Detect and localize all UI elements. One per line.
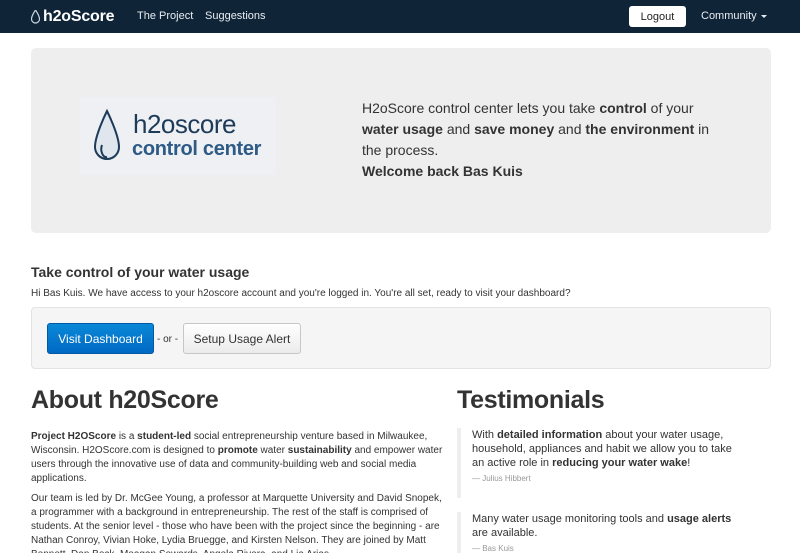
testimonial-author: — Bas Kuis — [472, 544, 514, 553]
about-bold-project: Project H2OScore — [31, 431, 117, 442]
take-control-heading: Take control of your water usage — [31, 264, 250, 280]
brand-link[interactable]: h2oScore — [31, 6, 115, 27]
h2oscore-logo: h2oscore control center — [80, 97, 276, 175]
quote-part: ! — [687, 457, 691, 469]
quote-part: With — [472, 429, 498, 441]
community-dropdown[interactable]: Community — [701, 10, 767, 22]
community-label: Community — [701, 10, 757, 22]
nav-the-project[interactable]: The Project — [137, 10, 193, 22]
quote-part: Many water usage monitoring tools and — [472, 513, 668, 525]
intro-part: of your — [646, 100, 694, 116]
testimonial-text: With detailed information about your wat… — [472, 428, 737, 470]
nav-suggestions[interactable]: Suggestions — [205, 10, 266, 22]
about-heading: About h20Score — [31, 386, 219, 414]
intro-bold-environment: the environment — [585, 121, 695, 137]
testimonials-heading: Testimonials — [457, 386, 605, 414]
caret-down-icon — [760, 14, 767, 18]
top-navbar: h2oScore The Project Suggestions Logout … — [0, 0, 800, 33]
quote-bold: usage alerts — [667, 513, 732, 525]
about-bold-sustainability: sustainability — [287, 445, 352, 456]
logout-button[interactable]: Logout — [629, 6, 686, 27]
take-control-text: Hi Bas Kuis. We have access to your h2os… — [31, 288, 571, 299]
or-separator: - or - — [157, 334, 179, 345]
logo-text-top: h2oscore — [133, 109, 236, 139]
visit-dashboard-button[interactable]: Visit Dashboard — [47, 323, 154, 354]
brand-name: h2oScore — [43, 7, 115, 25]
quote-bold: reducing your water wake — [552, 457, 688, 469]
intro-part: and — [442, 121, 475, 137]
intro-bold-water-usage: water usage — [362, 121, 443, 137]
about-bold-student-led: student-led — [137, 431, 192, 442]
about-part: water — [257, 445, 288, 456]
quote-bold: detailed information — [497, 429, 603, 441]
about-paragraph-2: Our team is led by Dr. McGee Young, a pr… — [31, 493, 442, 553]
intro-bold-save-money: save money — [474, 121, 555, 137]
intro-part: H2oScore control center lets you take — [362, 100, 600, 116]
water-drop-logo-icon — [93, 109, 121, 160]
about-part: is a — [116, 431, 138, 442]
testimonial-text: Many water usage monitoring tools and us… — [472, 512, 737, 540]
about-bold-promote: promote — [217, 445, 258, 456]
hero-intro-text: H2oScore control center lets you take co… — [362, 98, 732, 161]
logo-text-bottom: control center — [132, 138, 262, 160]
water-drop-icon — [31, 9, 40, 24]
intro-bold-control: control — [599, 100, 647, 116]
testimonial-author: — Julius Hibbert — [472, 474, 531, 483]
setup-usage-alert-button[interactable]: Setup Usage Alert — [183, 323, 301, 354]
intro-part: and — [554, 121, 586, 137]
about-paragraph-1: Project H2OScore is a student-led social… — [31, 430, 449, 486]
quote-part: are available. — [472, 527, 538, 539]
welcome-message: Welcome back Bas Kuis — [362, 163, 523, 179]
testimonial-quote: Many water usage monitoring tools and us… — [457, 512, 737, 553]
testimonial-quote: With detailed information about your wat… — [457, 428, 737, 498]
